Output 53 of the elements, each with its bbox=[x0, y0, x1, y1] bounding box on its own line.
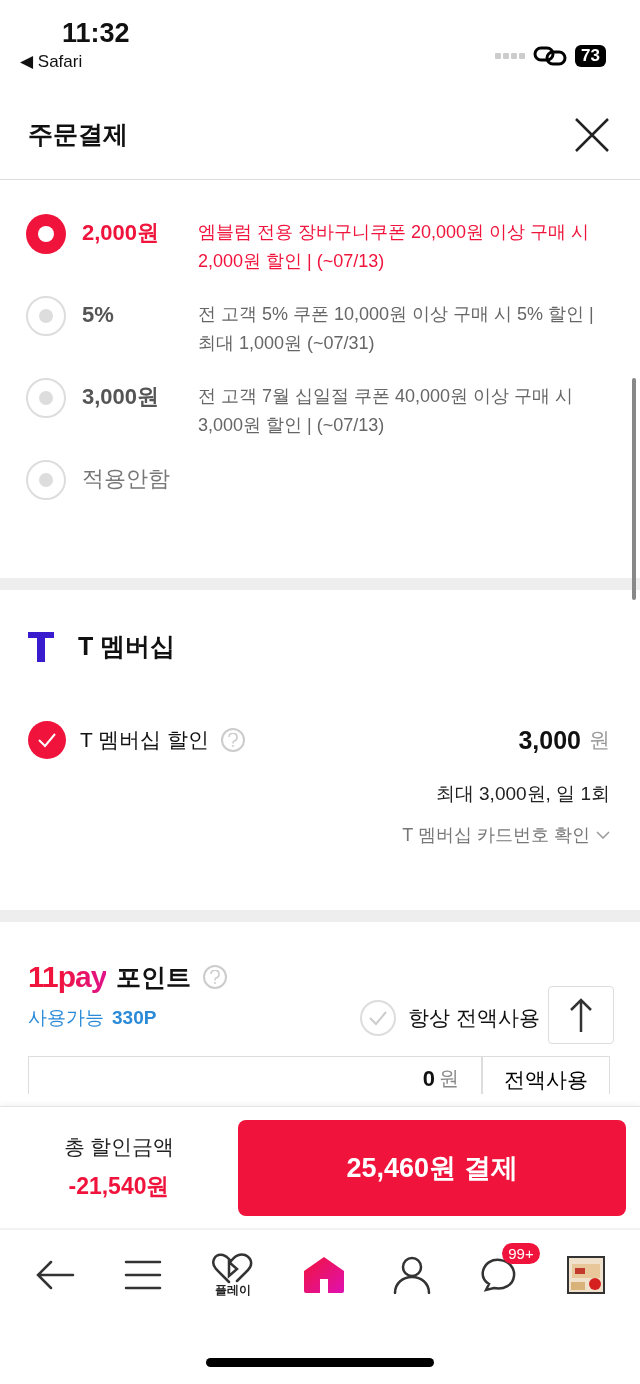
always-use-all-label: 항상 전액사용 bbox=[408, 1005, 540, 1031]
radio-button[interactable] bbox=[26, 214, 66, 254]
total-discount-amount: -21,540원 bbox=[68, 1172, 170, 1201]
radio-button[interactable] bbox=[26, 460, 66, 500]
arrow-up-icon bbox=[569, 997, 593, 1033]
checkmark-icon bbox=[37, 732, 57, 748]
card-number-link[interactable]: T 멤버십 카드번호 확인 bbox=[402, 823, 610, 847]
discount-amount: 3,000 bbox=[518, 725, 581, 755]
recent-item-tab[interactable] bbox=[567, 1256, 606, 1294]
home-icon bbox=[304, 1257, 344, 1293]
battery-level: 73 bbox=[575, 45, 606, 67]
available-label: 사용가능 bbox=[28, 1007, 104, 1028]
section-title: 포인트 bbox=[116, 961, 192, 993]
coupon-amount: 2,000원 bbox=[82, 219, 161, 247]
back-icon bbox=[34, 1260, 75, 1290]
link-icon bbox=[533, 46, 568, 66]
section-title: T 멤버십 bbox=[78, 631, 176, 662]
menu-tab[interactable] bbox=[123, 1259, 162, 1291]
discount-label: T 멤버십 할인 bbox=[80, 727, 210, 753]
total-discount-label: 총 할인금액 bbox=[63, 1134, 175, 1160]
coupon-description: 전 고객 5% 쿠폰 10,000원 이상 구매 시 5% 할인 | 최대 1,000원 (~07/31) bbox=[198, 303, 595, 355]
play-tab[interactable]: 플레이 bbox=[210, 1251, 255, 1299]
menu-icon bbox=[123, 1259, 162, 1291]
coupon-amount: 3,000원 bbox=[82, 383, 161, 411]
pay-button[interactable]: 25,460원 결제 bbox=[238, 1119, 626, 1216]
scroll-to-top-button[interactable] bbox=[548, 986, 614, 1044]
signal-icon bbox=[495, 53, 526, 59]
person-icon bbox=[393, 1256, 432, 1294]
count-badge: 99+ bbox=[502, 1243, 540, 1264]
points-input-field[interactable]: 0 원 bbox=[28, 1056, 482, 1094]
back-tab[interactable] bbox=[34, 1260, 75, 1290]
heart-play-icon bbox=[210, 1251, 255, 1284]
page-title: 주문결제 bbox=[28, 119, 128, 150]
clock: 11:32 bbox=[62, 18, 130, 49]
radio-button[interactable] bbox=[26, 378, 66, 418]
home-tab[interactable] bbox=[304, 1257, 344, 1293]
coupon-description: 전 고객 7월 십일절 쿠폰 40,000원 이상 구매 시 3,000원 할인 | (~07/13) bbox=[198, 385, 575, 437]
profile-tab[interactable] bbox=[393, 1256, 432, 1294]
checkbox[interactable] bbox=[360, 1000, 397, 1036]
currency-unit: 원 bbox=[589, 727, 610, 753]
t-logo-icon bbox=[28, 631, 54, 662]
checkmark-icon bbox=[368, 1010, 389, 1026]
limit-text: 최대 3,000원, 일 1회 bbox=[435, 782, 610, 806]
checkbox[interactable] bbox=[28, 721, 66, 759]
use-all-button[interactable]: 전액사용 bbox=[482, 1056, 610, 1094]
radio-button[interactable] bbox=[26, 296, 66, 336]
close-button[interactable] bbox=[574, 116, 610, 153]
available-points: 330P bbox=[112, 1007, 157, 1028]
coupon-amount: 적용안함 bbox=[82, 465, 171, 493]
coupon-amount: 5% bbox=[82, 301, 115, 329]
chevron-down-icon bbox=[596, 831, 610, 839]
back-to-safari-link[interactable]: ◀ Safari bbox=[20, 51, 130, 72]
coupon-description: 엠블럼 전용 장바구니쿠폰 20,000원 이상 구매 시 2,000원 할인 | (~07/13) bbox=[198, 221, 591, 273]
